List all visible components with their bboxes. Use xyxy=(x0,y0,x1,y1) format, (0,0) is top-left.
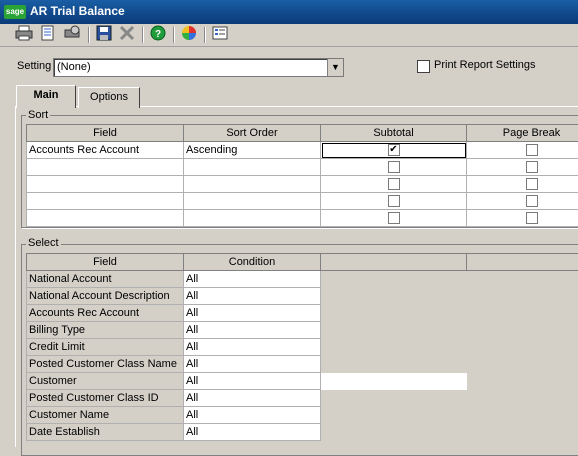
settings-list-icon[interactable] xyxy=(210,25,230,45)
column-header: Sort Order xyxy=(184,125,321,142)
tab-main[interactable]: Main xyxy=(16,85,76,108)
condition-cell[interactable]: All xyxy=(184,322,321,339)
subtotal-checkbox[interactable]: ✔ xyxy=(388,144,400,156)
sort-field-cell[interactable] xyxy=(27,210,184,227)
sort-grid: Field Sort Order Subtotal Page Break Acc… xyxy=(26,124,578,227)
condition-cell[interactable]: All xyxy=(184,424,321,441)
subtotal-cell[interactable]: ✔ xyxy=(321,142,467,159)
sort-group-label: Sort xyxy=(26,109,50,121)
sort-order-cell[interactable] xyxy=(184,159,321,176)
table-row: Credit LimitAll xyxy=(27,339,578,356)
printer-icon[interactable] xyxy=(14,25,34,45)
table-row: Posted Customer Class NameAll xyxy=(27,356,578,373)
help-icon[interactable]: ? xyxy=(148,25,168,45)
sort-order-cell[interactable] xyxy=(184,176,321,193)
toolbar: ? xyxy=(0,24,578,47)
select-group-label: Select xyxy=(26,237,61,249)
subtotal-cell[interactable] xyxy=(321,159,467,176)
report-wizard-icon[interactable] xyxy=(179,25,199,45)
table-row: National Account DescriptionAll xyxy=(27,288,578,305)
table-row xyxy=(27,210,578,227)
delete-icon[interactable] xyxy=(117,25,137,45)
table-row: Billing TypeAll xyxy=(27,322,578,339)
print-report-settings-label[interactable]: Print Report Settings xyxy=(434,59,536,71)
column-header: Field xyxy=(27,254,184,271)
svg-text:?: ? xyxy=(155,29,161,40)
condition-cell[interactable]: All xyxy=(184,407,321,424)
column-header: Field xyxy=(27,125,184,142)
table-row xyxy=(27,159,578,176)
table-row: National AccountAll xyxy=(27,271,578,288)
sort-grid-header: Field Sort Order Subtotal Page Break xyxy=(27,125,578,142)
print-report-settings-checkbox[interactable] xyxy=(417,60,430,73)
subtotal-cell[interactable] xyxy=(321,176,467,193)
subtotal-cell[interactable] xyxy=(321,210,467,227)
select-grid: Field Condition National AccountAll Nati… xyxy=(26,253,578,441)
subtotal-checkbox[interactable] xyxy=(388,161,400,173)
page-break-checkbox[interactable] xyxy=(526,178,538,190)
table-row xyxy=(27,176,578,193)
select-field-cell: National Account xyxy=(27,271,184,288)
table-row: Date EstablishAll xyxy=(27,424,578,441)
select-field-cell: Billing Type xyxy=(27,322,184,339)
sort-field-cell[interactable] xyxy=(27,193,184,210)
page-break-cell[interactable] xyxy=(467,210,578,227)
page-break-cell[interactable] xyxy=(467,159,578,176)
setting-value: (None) xyxy=(57,61,91,73)
condition-cell[interactable]: All xyxy=(184,373,321,390)
table-row: CustomerAll xyxy=(27,373,578,390)
select-field-cell: Customer Name xyxy=(27,407,184,424)
window-title: AR Trial Balance xyxy=(30,4,125,18)
select-field-cell: Accounts Rec Account xyxy=(27,305,184,322)
condition-cell[interactable]: All xyxy=(184,288,321,305)
sage-logo: sage xyxy=(4,5,26,19)
page-break-cell[interactable] xyxy=(467,142,578,159)
select-field-cell: Customer xyxy=(27,373,184,390)
page-break-checkbox[interactable] xyxy=(526,195,538,207)
save-icon[interactable] xyxy=(94,25,114,45)
column-header: Subtotal xyxy=(321,125,467,142)
subtotal-checkbox[interactable] xyxy=(388,195,400,207)
select-field-cell: National Account Description xyxy=(27,288,184,305)
page-break-cell[interactable] xyxy=(467,176,578,193)
table-row xyxy=(27,193,578,210)
subtotal-checkbox[interactable] xyxy=(388,178,400,190)
page-break-cell[interactable] xyxy=(467,193,578,210)
table-row: Customer NameAll xyxy=(27,407,578,424)
subtotal-checkbox[interactable] xyxy=(388,212,400,224)
select-grid-header: Field Condition xyxy=(27,254,578,271)
condition-cell[interactable]: All xyxy=(184,356,321,373)
sort-field-cell[interactable]: Accounts Rec Account xyxy=(27,142,184,159)
condition-cell[interactable]: All xyxy=(184,271,321,288)
select-field-cell: Date Establish xyxy=(27,424,184,441)
title-bar: sage AR Trial Balance xyxy=(0,0,578,24)
condition-cell[interactable]: All xyxy=(184,390,321,407)
condition-cell[interactable]: All xyxy=(184,305,321,322)
chevron-down-icon[interactable]: ▼ xyxy=(327,59,343,76)
sort-order-cell[interactable] xyxy=(184,193,321,210)
select-field-cell: Posted Customer Class ID xyxy=(27,390,184,407)
table-row: Accounts Rec Account Ascending ✔ xyxy=(27,142,578,159)
tab-options[interactable]: Options xyxy=(78,87,140,108)
select-field-cell: Posted Customer Class Name xyxy=(27,356,184,373)
print-preview-icon[interactable] xyxy=(38,25,58,45)
condition-cell[interactable]: All xyxy=(184,339,321,356)
column-header: Page Break xyxy=(467,125,578,142)
setting-dropdown[interactable]: (None) ▼ xyxy=(53,58,344,77)
subtotal-cell[interactable] xyxy=(321,193,467,210)
column-header: Condition xyxy=(184,254,321,271)
sort-field-cell[interactable] xyxy=(27,159,184,176)
select-field-cell: Credit Limit xyxy=(27,339,184,356)
sort-order-cell[interactable] xyxy=(184,210,321,227)
print-setup-icon[interactable] xyxy=(62,25,82,45)
page-break-checkbox[interactable] xyxy=(526,144,538,156)
page-break-checkbox[interactable] xyxy=(526,161,538,173)
setting-label: Setting xyxy=(17,60,51,72)
sort-field-cell[interactable] xyxy=(27,176,184,193)
table-row: Posted Customer Class IDAll xyxy=(27,390,578,407)
table-row: Accounts Rec AccountAll xyxy=(27,305,578,322)
sort-order-cell[interactable]: Ascending xyxy=(184,142,321,159)
page-break-checkbox[interactable] xyxy=(526,212,538,224)
